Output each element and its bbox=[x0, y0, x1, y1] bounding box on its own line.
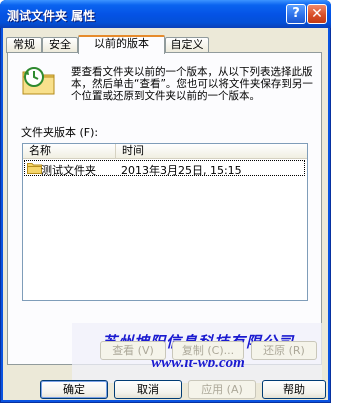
close-icon: ✕ bbox=[311, 6, 323, 22]
folder-icon bbox=[27, 163, 42, 174]
dialog-client: 常规 安全 以前的版本 自定义 要查看文件夹以前的一个版本，从以下列表选择此版本… bbox=[3, 28, 328, 400]
list-item[interactable]: 测试文件夹 2013年3月25日, 15:15 bbox=[24, 160, 305, 177]
row-name: 测试文件夹 bbox=[41, 164, 96, 177]
tab-general[interactable]: 常规 bbox=[6, 37, 42, 53]
view-button[interactable]: 查看 (V) bbox=[100, 341, 166, 360]
previous-versions-panel: 要查看文件夹以前的一个版本，从以下列表选择此版本，然后单击“查看”。您也可以将文… bbox=[7, 52, 322, 383]
folder-versions-label: 文件夹版本 (F): bbox=[21, 126, 99, 139]
versions-list[interactable]: 名称 时间 测试文件夹 2013年3月25日, 15:15 bbox=[22, 143, 308, 301]
description-text: 要查看文件夹以前的一个版本，从以下列表选择此版本，然后单击“查看”。您也可以将文… bbox=[71, 66, 313, 102]
help-icon: ? bbox=[292, 6, 300, 21]
restore-button[interactable]: 还原 (R) bbox=[251, 341, 317, 360]
tab-security[interactable]: 安全 bbox=[42, 37, 78, 53]
column-header-time[interactable]: 时间 bbox=[116, 144, 307, 158]
tab-previous-versions[interactable]: 以前的版本 bbox=[78, 35, 165, 54]
column-header-name[interactable]: 名称 bbox=[23, 144, 116, 158]
ok-button[interactable]: 确定 bbox=[40, 380, 108, 399]
properties-window: 测试文件夹 属性 ? ✕ 常规 安全 以前的版本 自定义 要查看文件夹以前的一个… bbox=[0, 0, 331, 403]
help-button[interactable]: ? bbox=[286, 4, 306, 24]
window-title: 测试文件夹 属性 bbox=[7, 9, 96, 23]
help-footer-button[interactable]: 帮助 bbox=[262, 380, 326, 399]
close-button[interactable]: ✕ bbox=[307, 4, 327, 24]
row-time: 2013年3月25日, 15:15 bbox=[121, 164, 242, 177]
apply-button[interactable]: 应用 (A) bbox=[188, 380, 256, 399]
list-header: 名称 时间 bbox=[23, 144, 307, 159]
tab-customize[interactable]: 自定义 bbox=[165, 37, 209, 53]
folder-clock-icon bbox=[22, 67, 55, 95]
title-bar[interactable]: 测试文件夹 属性 ? ✕ bbox=[0, 0, 331, 28]
copy-button[interactable]: 复制 (C)... bbox=[172, 341, 244, 360]
cancel-button[interactable]: 取消 bbox=[114, 380, 182, 399]
